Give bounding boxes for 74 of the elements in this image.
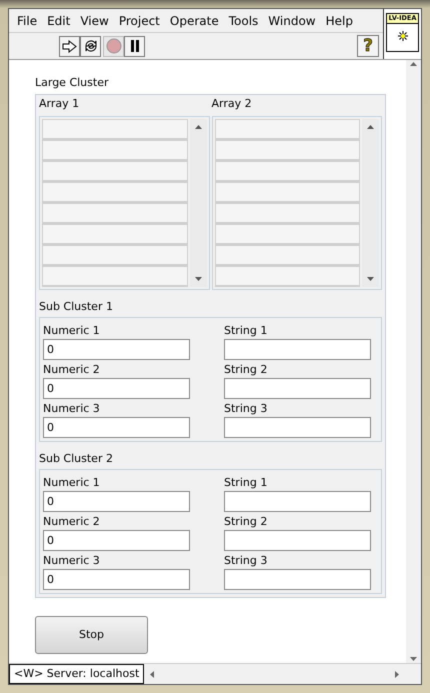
circular-arrows-icon [82, 38, 98, 54]
string-field[interactable] [224, 417, 371, 438]
menu-item[interactable]: File [12, 12, 42, 30]
menu-item[interactable]: View [75, 12, 114, 30]
pause-button[interactable] [124, 36, 145, 56]
string-field[interactable] [224, 569, 371, 590]
string-field[interactable] [224, 339, 371, 360]
numeric-label: Numeric 1 [43, 476, 101, 490]
menu-item[interactable]: Window [263, 12, 321, 30]
menu-item[interactable]: Help [320, 12, 358, 30]
string-label: String 1 [224, 476, 268, 490]
numeric-field[interactable]: 0 [43, 491, 190, 512]
array-scrollbar[interactable] [362, 119, 379, 287]
scroll-down-arrow-icon[interactable] [194, 277, 202, 281]
string-label: String 2 [224, 363, 268, 377]
run-arrow-icon [62, 40, 77, 52]
run-arrow-button[interactable] [59, 36, 80, 56]
array-element[interactable] [42, 161, 188, 182]
string-field[interactable] [224, 378, 371, 399]
array-scrollbar[interactable] [190, 119, 206, 287]
string-label: String 3 [224, 554, 268, 568]
array-element[interactable] [214, 245, 360, 266]
scroll-up-arrow-icon[interactable] [410, 62, 417, 66]
numeric-label: Numeric 2 [43, 363, 101, 377]
string-field[interactable] [224, 491, 371, 512]
array-element[interactable] [214, 203, 360, 224]
numeric-field[interactable]: 0 [43, 530, 190, 551]
array-label: Array 2 [212, 97, 253, 111]
status-text: <W> Server: localhost [9, 664, 144, 684]
scroll-right-arrow-icon[interactable] [395, 670, 399, 678]
scroll-down-arrow-icon[interactable] [410, 657, 417, 661]
pause-icon [130, 40, 140, 52]
numeric-field[interactable]: 0 [43, 378, 190, 399]
array-element[interactable] [42, 245, 188, 266]
scroll-down-arrow-icon[interactable] [367, 277, 374, 281]
numeric-field[interactable]: 0 [43, 417, 190, 438]
array-element[interactable] [42, 140, 188, 161]
numeric-field[interactable]: 0 [43, 569, 190, 590]
subcluster-label: Sub Cluster 1 [39, 300, 114, 314]
array-element[interactable] [42, 266, 188, 287]
array-element[interactable] [214, 119, 360, 140]
string-label: String 1 [224, 324, 268, 338]
menu-item[interactable]: Project [114, 12, 165, 30]
array-element[interactable] [214, 224, 360, 245]
array-element[interactable] [42, 203, 188, 224]
subcluster-label: Sub Cluster 2 [39, 452, 114, 466]
array-element[interactable] [42, 119, 188, 140]
array-element[interactable] [214, 266, 360, 287]
cluster-label: Large Cluster [35, 76, 110, 90]
menu-item[interactable]: Edit [42, 12, 76, 30]
numeric-label: Numeric 3 [43, 554, 101, 568]
array-element[interactable] [214, 140, 360, 161]
stop-button[interactable]: Stop [35, 616, 148, 654]
array-element[interactable] [214, 182, 360, 203]
scroll-up-arrow-icon[interactable] [194, 125, 202, 129]
array-element[interactable] [42, 224, 188, 245]
numeric-field[interactable]: 0 [43, 339, 190, 360]
array-element[interactable] [214, 161, 360, 182]
string-label: String 3 [224, 402, 268, 416]
vertical-scrollbar[interactable] [406, 60, 421, 663]
numeric-label: Numeric 2 [43, 515, 101, 529]
array-element[interactable] [42, 182, 188, 203]
circular-arrows-button[interactable] [80, 36, 101, 56]
numeric-label: Numeric 3 [43, 402, 101, 416]
menu-item[interactable]: Operate [164, 12, 224, 30]
numeric-label: Numeric 1 [43, 324, 101, 338]
menu-item[interactable]: Tools [224, 12, 264, 30]
asterisk-icon [396, 30, 408, 42]
array-label: Array 1 [39, 97, 80, 111]
scroll-up-arrow-icon[interactable] [367, 125, 374, 129]
string-field[interactable] [224, 530, 371, 551]
help-button[interactable]: ? [357, 35, 379, 57]
scroll-left-arrow-icon[interactable] [150, 670, 154, 678]
string-label: String 2 [224, 515, 268, 529]
